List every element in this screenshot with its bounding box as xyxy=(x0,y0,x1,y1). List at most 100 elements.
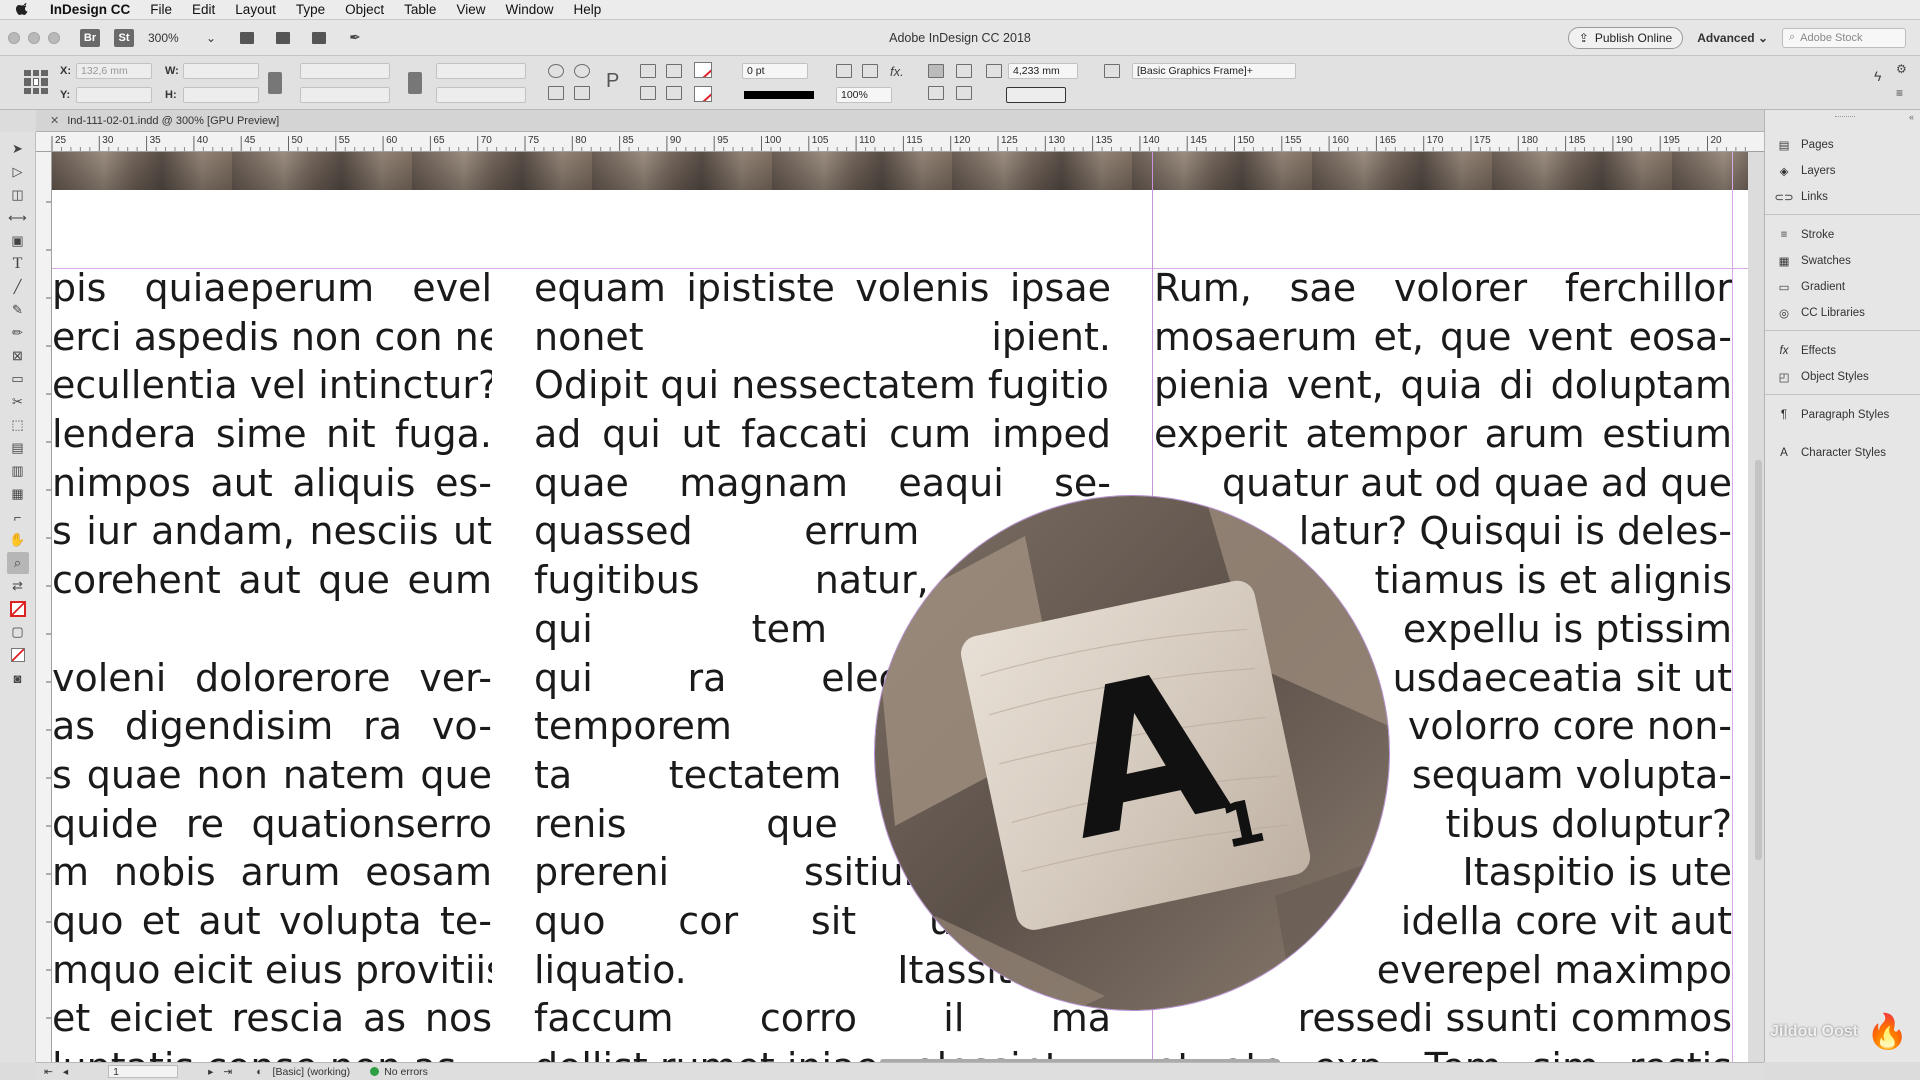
reference-point-icon[interactable] xyxy=(24,70,48,94)
menu-app[interactable]: InDesign CC xyxy=(50,2,130,17)
previous-page-icon[interactable]: ◂ xyxy=(63,1066,68,1078)
view-options-button[interactable] xyxy=(234,29,260,47)
select-container-icon[interactable] xyxy=(640,64,656,78)
content-collector-icon[interactable]: ▣ xyxy=(7,230,29,252)
panel-stroke[interactable]: ≡ Stroke xyxy=(1777,224,1835,246)
rectangle-tool-icon[interactable]: ▭ xyxy=(7,368,29,390)
constrain-scale-icon[interactable] xyxy=(408,72,422,94)
pencil-tool-icon[interactable]: ✏ xyxy=(7,322,29,344)
pen-tool-icon[interactable]: ✎ xyxy=(7,299,29,321)
fill-none-swatch[interactable] xyxy=(694,62,712,78)
stroke-type-group[interactable] xyxy=(744,86,814,104)
panel-cc-libraries[interactable]: ◎ CC Libraries xyxy=(1777,302,1865,324)
vertical-ruler[interactable] xyxy=(36,152,52,1062)
stock-search-input[interactable]: ⌕ Adobe Stock xyxy=(1782,27,1906,48)
menu-help[interactable]: Help xyxy=(573,2,601,17)
panel-layers[interactable]: ◈ Layers xyxy=(1777,160,1836,182)
eyedropper-tool-icon[interactable]: ⌐ xyxy=(7,506,29,528)
zoom-window-button[interactable] xyxy=(48,31,60,44)
bridge-button[interactable]: Br xyxy=(80,28,100,47)
drop-shadow-icon[interactable] xyxy=(862,64,878,78)
scrabble-tile-image[interactable]: A 1 xyxy=(875,496,1389,1010)
select-next-icon[interactable] xyxy=(666,86,682,100)
close-icon[interactable]: ✕ xyxy=(50,114,59,127)
panel-menu-icon[interactable]: ≡ xyxy=(1896,86,1903,100)
flip-vertical-icon[interactable] xyxy=(574,86,590,100)
menu-object[interactable]: Object xyxy=(345,2,384,17)
page-tool-icon[interactable]: ◫ xyxy=(7,184,29,206)
wrap-bounding-box-icon[interactable] xyxy=(928,64,944,78)
zoom-level-select[interactable]: 300% ⌄ xyxy=(148,31,216,45)
rotation-angle-field[interactable] xyxy=(436,63,526,79)
flip-horizontal-icon[interactable] xyxy=(548,86,564,100)
lightning-icon[interactable]: ϟ xyxy=(1874,68,1881,84)
panel-pages[interactable]: ▤ Pages xyxy=(1777,134,1834,156)
menu-type[interactable]: Type xyxy=(296,2,325,17)
header-photo[interactable] xyxy=(52,152,1748,190)
constrain-proportions-icon[interactable] xyxy=(268,72,282,94)
text-wrap-icon[interactable] xyxy=(836,64,852,78)
auto-fit-icon[interactable] xyxy=(986,64,1002,78)
free-transform-tool-icon[interactable]: ⬚ xyxy=(7,414,29,436)
dock-grip[interactable] xyxy=(1835,116,1855,119)
preflight-errors[interactable]: No errors xyxy=(384,1066,428,1078)
menu-window[interactable]: Window xyxy=(505,2,553,17)
x-position-field[interactable]: 132,6 mm xyxy=(76,63,152,79)
close-window-button[interactable] xyxy=(8,31,20,44)
selection-tool-icon[interactable]: ➤ xyxy=(7,138,29,160)
first-page-icon[interactable]: ⇤ xyxy=(44,1066,53,1078)
rotate-counterclockwise-icon[interactable] xyxy=(574,64,590,78)
menu-layout[interactable]: Layout xyxy=(235,2,276,17)
wrap-object-shape-icon[interactable] xyxy=(956,64,972,78)
height-field[interactable] xyxy=(183,87,259,103)
document-canvas[interactable]: pis quiaeperum evel erci aspedis non con … xyxy=(52,152,1748,1062)
opacity-field[interactable]: 100% xyxy=(836,87,892,103)
panel-character-styles[interactable]: A Character Styles xyxy=(1777,442,1886,464)
formatting-affects-container-icon[interactable]: ▢ xyxy=(7,621,29,643)
menu-view[interactable]: View xyxy=(456,2,485,17)
swap-fill-stroke-icon[interactable]: ⇄ xyxy=(7,575,29,597)
panel-links[interactable]: ⊂⊃ Links xyxy=(1774,186,1828,208)
shear-angle-field[interactable] xyxy=(436,87,526,103)
menu-table[interactable]: Table xyxy=(404,2,436,17)
menu-edit[interactable]: Edit xyxy=(192,2,215,17)
page-number-field[interactable]: 1 xyxy=(108,1065,179,1078)
preflight-profile[interactable]: [Basic] (working) xyxy=(273,1066,351,1078)
menu-file[interactable]: File xyxy=(150,2,172,17)
collapse-panels-icon[interactable]: « xyxy=(1909,112,1914,122)
workspace-switcher[interactable]: Advanced ⌄ xyxy=(1697,31,1768,45)
stock-button[interactable]: St xyxy=(114,28,134,47)
publish-feather-button[interactable]: ✒ xyxy=(342,29,368,47)
panel-effects[interactable]: fx Effects xyxy=(1777,340,1836,362)
select-previous-icon[interactable] xyxy=(640,86,656,100)
screen-mode-button[interactable] xyxy=(270,29,296,47)
line-tool-icon[interactable]: ╱ xyxy=(7,276,29,298)
apply-none-icon[interactable] xyxy=(7,644,29,666)
rectangle-frame-tool-icon[interactable]: ⊠ xyxy=(7,345,29,367)
scale-x-field[interactable] xyxy=(300,63,390,79)
gutter-field[interactable]: 4,233 mm xyxy=(1008,63,1078,79)
y-position-field[interactable] xyxy=(76,87,152,103)
gradient-swatch-tool-icon[interactable]: ▤ xyxy=(7,437,29,459)
select-content-icon[interactable] xyxy=(666,64,682,78)
text-column-1[interactable]: pis quiaeperum evel erci aspedis non con … xyxy=(52,264,492,1062)
note-tool-icon[interactable]: ▦ xyxy=(7,483,29,505)
zoom-tool-icon[interactable]: ⌕ xyxy=(6,552,29,574)
vertical-scrollbar[interactable] xyxy=(1755,460,1762,860)
effects-fx-icon[interactable]: fx. xyxy=(890,64,904,79)
gear-icon[interactable]: ⚙ xyxy=(1896,62,1907,76)
hand-tool-icon[interactable]: ✋ xyxy=(7,529,29,551)
gradient-feather-tool-icon[interactable]: ▥ xyxy=(7,460,29,482)
next-page-icon[interactable]: ▸ xyxy=(208,1066,213,1078)
type-tool-icon[interactable]: T xyxy=(7,253,29,275)
publish-online-button[interactable]: ⇪ Publish Online xyxy=(1567,26,1684,49)
fit-content-icon[interactable] xyxy=(928,86,944,100)
apple-icon[interactable] xyxy=(16,2,30,17)
frame-fitting-field[interactable] xyxy=(1006,87,1066,103)
document-tab[interactable]: ✕ Ind-111-02-01.indd @ 300% [GPU Preview… xyxy=(36,110,1764,132)
panel-swatches[interactable]: ▦ Swatches xyxy=(1777,250,1851,272)
width-field[interactable] xyxy=(183,63,259,79)
gap-tool-icon[interactable]: ⟷ xyxy=(7,207,29,229)
rotate-clockwise-icon[interactable] xyxy=(548,64,564,78)
horizontal-ruler[interactable]: 25 30 35 40 45 50 55 60 65 70 75 80 85 90 95 100 105 110 1… xyxy=(36,132,1764,152)
